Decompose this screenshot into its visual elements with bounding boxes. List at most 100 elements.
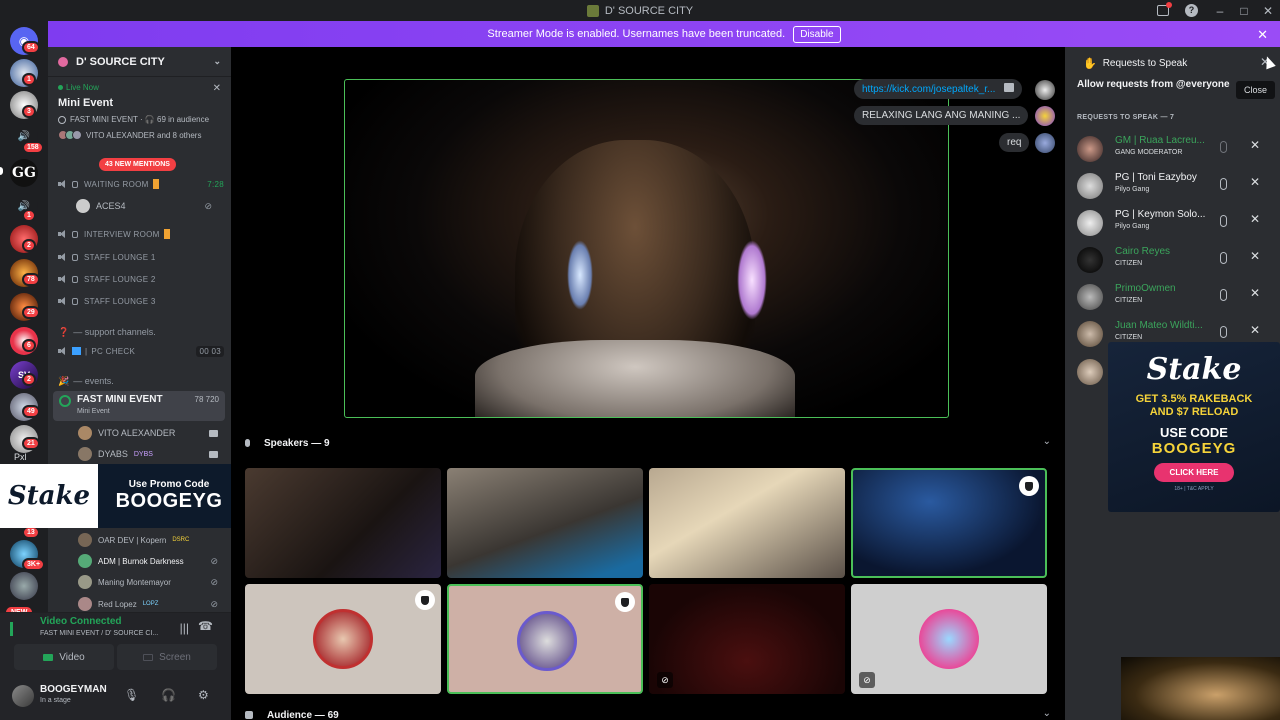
voice-member[interactable]: Red Lopez LOPZ ⊘	[78, 595, 228, 613]
close-window-button[interactable]: ✕	[1256, 4, 1280, 18]
speakers-header[interactable]: Speakers — 9	[245, 435, 330, 451]
request-row[interactable]: GM | Ruaa Lacreu... GANG MODERATOR ✕	[1077, 132, 1277, 164]
chat-bubble[interactable]: RELAXING LANG ANG MANING ...	[854, 106, 1029, 125]
avatar[interactable]	[1035, 80, 1055, 100]
voice-member[interactable]: DYABS DYBS	[78, 445, 228, 463]
stake-promo-overlay[interactable]: Stake Use Promo Code BOOGEYG	[0, 464, 240, 528]
chevron-down-icon[interactable]: ⌄	[1043, 436, 1051, 447]
speaker-tile[interactable]	[649, 468, 845, 578]
guild-header[interactable]: D' SOURCE CITY ⌄	[48, 47, 231, 77]
stage-icon	[58, 115, 66, 124]
raised-hand-icon: ✋	[1083, 58, 1097, 70]
muted-mic-icon: ⊘	[204, 200, 212, 211]
help-icon[interactable]: ?	[1185, 4, 1198, 17]
click-here-button[interactable]: CLICK HERE	[1153, 463, 1235, 482]
connection-status[interactable]: Video Connected	[40, 616, 122, 627]
server-icon[interactable]	[10, 572, 38, 600]
muted-mic-icon: ⊘	[210, 598, 218, 609]
request-row[interactable]: PG | Toni Eazyboy Pilyo Gang ✕	[1077, 169, 1277, 201]
speaker-tile[interactable]	[245, 584, 441, 694]
dismiss-request-icon[interactable]: ✕	[1250, 175, 1260, 189]
speaker-tile-speaking[interactable]	[851, 468, 1047, 578]
speaker-tile[interactable]	[245, 468, 441, 578]
voice-member[interactable]: OAR DEV | Kopern DSRC	[78, 531, 228, 549]
channel-staff-lounge-1[interactable]: STAFF LOUNGE 1	[58, 248, 224, 266]
dismiss-request-icon[interactable]: ✕	[1250, 212, 1260, 226]
avatar[interactable]	[1035, 133, 1055, 153]
image-icon	[1004, 83, 1015, 92]
pxl-server-label[interactable]: Pxl	[14, 452, 27, 462]
member-name: DYABS	[98, 449, 128, 459]
avatar	[78, 554, 92, 568]
member-name: VITO ALEXANDER	[98, 428, 176, 438]
disconnect-icon[interactable]: ☎	[198, 619, 213, 633]
headphones-icon[interactable]: 🎧	[161, 688, 176, 702]
gear-icon[interactable]: ⚙	[198, 688, 209, 702]
maximize-button[interactable]: □	[1232, 4, 1256, 18]
channel-pc-check[interactable]: | PC CHECK 00 03	[58, 342, 224, 360]
dismiss-request-icon[interactable]: ✕	[1250, 138, 1260, 152]
avatar[interactable]	[1035, 106, 1055, 126]
dismiss-request-icon[interactable]: ✕	[1250, 249, 1260, 263]
headset-light-left	[567, 240, 593, 310]
channel-waiting-room[interactable]: WAITING ROOM 7:28	[58, 175, 224, 193]
chat-text: req	[1007, 137, 1022, 148]
avatar[interactable]	[1077, 359, 1103, 385]
requester-role: CITIZEN	[1115, 260, 1143, 267]
voice-member[interactable]: Maning Montemayor ⊘	[78, 573, 228, 591]
dismiss-request-icon[interactable]: ✕	[1250, 323, 1260, 337]
new-mentions-badge[interactable]: 43 NEW MENTIONS	[99, 158, 176, 171]
connection-location[interactable]: FAST MINI EVENT / D' SOURCE CI...	[40, 630, 170, 637]
audience-header[interactable]: Audience — 69	[245, 707, 339, 720]
event-title: Mini Event	[58, 97, 114, 109]
chevron-down-icon[interactable]: ⌄	[1043, 708, 1051, 719]
request-row[interactable]: PrimoOwmen CITIZEN ✕	[1077, 280, 1277, 312]
featured-video[interactable]	[344, 79, 949, 418]
voice-member[interactable]: ACES4 ⊘	[76, 197, 226, 215]
speaker-tile[interactable]: ⊘	[649, 584, 845, 694]
voice-member[interactable]: ADM | Burnok Darkness ⊘	[78, 552, 228, 570]
chat-bubble[interactable]: https://kick.com/josepaltek_r...	[854, 79, 1023, 99]
invite-to-speak-icon[interactable]	[1220, 215, 1227, 227]
voice-member[interactable]: VITO ALEXANDER	[78, 424, 228, 442]
channel-interview-room[interactable]: INTERVIEW ROOM	[58, 225, 224, 243]
channel-staff-lounge-3[interactable]: STAFF LOUNGE 3	[58, 292, 224, 310]
channel-fast-mini-event[interactable]: FAST MINI EVENT Mini Event 78 720	[53, 391, 225, 421]
allow-requests-toggle[interactable]: Allow requests from @everyone	[1077, 79, 1230, 90]
gg-server-icon[interactable]: GG	[10, 159, 38, 187]
screen-share-button[interactable]: Screen	[117, 644, 217, 670]
muted-mic-icon: ⊘	[210, 576, 218, 587]
invite-to-speak-icon[interactable]	[1220, 178, 1227, 190]
chat-bubble[interactable]: req	[999, 133, 1030, 152]
disable-streamer-mode-button[interactable]: Disable	[793, 25, 841, 43]
channel-staff-lounge-2[interactable]: STAFF LOUNGE 2	[58, 270, 224, 288]
voice-connection-panel: Video Connected FAST MINI EVENT / D' SOU…	[0, 612, 231, 676]
category-support[interactable]: ❓ — support channels.	[58, 323, 224, 341]
microphone-icon[interactable]: 🎙	[124, 688, 139, 702]
invite-to-speak-icon[interactable]	[1220, 289, 1227, 301]
username[interactable]: BOOGEYMAN	[40, 684, 107, 695]
close-event-icon[interactable]: ✕	[213, 83, 221, 94]
speaker-tile[interactable]: ⊘	[851, 584, 1047, 694]
avatar	[1077, 284, 1103, 310]
banner-close-icon[interactable]: ✕	[1257, 27, 1268, 43]
minimize-button[interactable]: –	[1208, 4, 1232, 18]
stake-ad-overlay[interactable]: Stake GET 3.5% RAKEBACK AND $7 RELOAD US…	[1108, 342, 1280, 512]
avatar	[78, 575, 92, 589]
dismiss-request-icon[interactable]: ✕	[1250, 286, 1260, 300]
requester-role: GANG MODERATOR	[1115, 149, 1183, 156]
request-row[interactable]: Cairo Reyes CITIZEN ✕	[1077, 243, 1277, 275]
category-events[interactable]: 🎉 — events.	[58, 372, 224, 390]
speaker-tile-speaking[interactable]	[447, 584, 643, 694]
request-row[interactable]: PG | Keymon Solo... Pilyo Gang ✕	[1077, 206, 1277, 238]
noise-suppression-icon[interactable]: |||	[180, 621, 189, 635]
discord-window: D' SOURCE CITY ? – □ ✕ Streamer Mode is …	[0, 0, 1280, 720]
speaker-tile[interactable]	[447, 468, 643, 578]
avatar[interactable]	[12, 685, 34, 707]
video-button[interactable]: Video	[14, 644, 114, 670]
invite-to-speak-icon[interactable]	[1220, 141, 1227, 153]
inbox-icon[interactable]	[1157, 2, 1172, 16]
invite-to-speak-icon[interactable]	[1220, 252, 1227, 264]
invite-to-speak-icon[interactable]	[1220, 326, 1227, 338]
live-event-card[interactable]: Live Now ✕ Mini Event FAST MINI EVENT · …	[48, 83, 231, 140]
